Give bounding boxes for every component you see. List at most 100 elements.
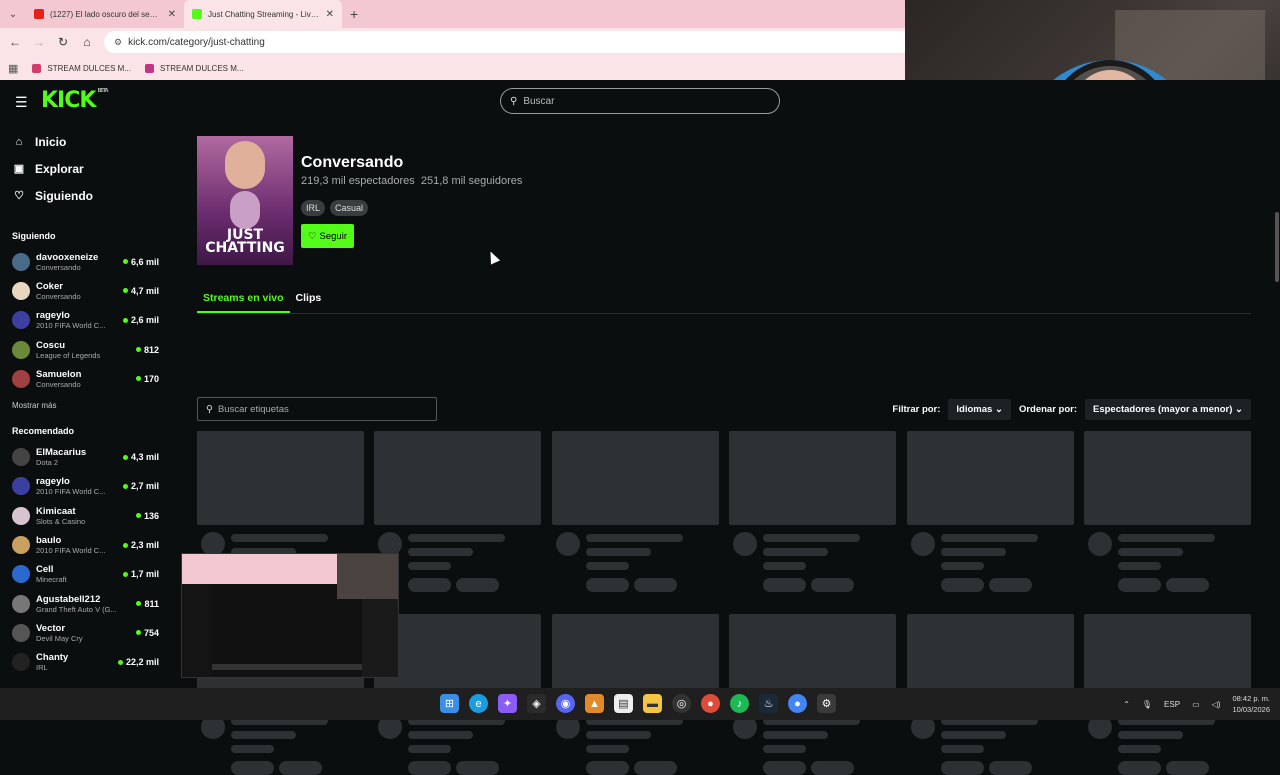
channel-item[interactable]: Chanty IRL 22,2 mil — [0, 648, 175, 677]
edge-icon[interactable]: e — [469, 694, 488, 713]
preview-browser-bar — [182, 554, 337, 584]
avatar — [12, 281, 30, 300]
channel-item[interactable]: Kimicaat Slots & Casino 136 — [0, 501, 175, 530]
folder-icon[interactable]: ▬ — [643, 694, 662, 713]
avatar-placeholder — [1088, 532, 1112, 556]
tag-search-placeholder: Buscar etiquetas — [217, 403, 289, 415]
network-icon[interactable]: ▭ — [1192, 700, 1200, 709]
tag-placeholder — [988, 761, 1032, 775]
recommended-list: ElMacarius Dota 2 4,3 mil rageylo 2010 FIFA … — [0, 442, 175, 676]
category-placeholder — [940, 562, 984, 570]
volume-icon[interactable]: ◁) — [1212, 700, 1221, 709]
settings-gear-icon[interactable]: ⚙ — [817, 694, 836, 713]
kick-logo[interactable]: KICK BETA — [41, 88, 109, 113]
stream-card-skeleton[interactable] — [1084, 431, 1251, 592]
tab-search-chevron-icon[interactable]: ⌄ — [0, 9, 26, 20]
channel-item[interactable]: rageylo 2010 FIFA World C... 2,6 mil — [0, 306, 175, 335]
tag-search-input[interactable]: ⚲ Buscar etiquetas — [197, 397, 437, 421]
spotify-icon[interactable]: ♪ — [730, 694, 749, 713]
viewer-count-text: 6,6 mil — [130, 256, 159, 267]
avatar — [12, 536, 30, 555]
browser-tab-kick[interactable]: Just Chatting Streaming - Live S ✕ — [184, 0, 342, 28]
viewer-count-text: 170 — [143, 373, 159, 384]
sidebar-item-explorar[interactable]: ▣ Explorar — [0, 155, 175, 182]
tab-clips[interactable]: Clips — [290, 284, 328, 313]
title-placeholder — [408, 534, 506, 542]
category-placeholder — [763, 562, 807, 570]
tag-irl[interactable]: IRL — [301, 200, 326, 216]
sidebar-item-siguiendo[interactable]: ♡ Siguiendo — [0, 182, 175, 209]
apps-grid-icon[interactable]: ▦ — [8, 62, 18, 75]
stream-card-skeleton[interactable] — [551, 431, 719, 592]
menu-icon[interactable]: ☰ — [15, 94, 28, 111]
channel-item[interactable]: rageylo 2010 FIFA World C... 2,7 mil — [0, 472, 175, 501]
following-list: davooxeneize Conversando 6,6 mil Coker Conve… — [0, 247, 175, 393]
steam-icon[interactable]: ♨ — [759, 694, 778, 713]
stream-card-skeleton[interactable] — [197, 431, 364, 592]
tag-casual[interactable]: Casual — [330, 200, 369, 216]
channel-item[interactable]: Cell Minecraft 1,7 mil — [0, 560, 175, 589]
clock[interactable]: 08:42 p. m. 10/03/2026 — [1232, 693, 1270, 715]
channel-item[interactable]: Vector Devil May Cry 754 — [0, 618, 175, 647]
channel-item[interactable]: Coker Conversando 4,7 mil — [0, 276, 175, 305]
viewer-count-text: 22,2 mil — [125, 657, 159, 668]
channel-item[interactable]: davooxeneize Conversando 6,6 mil — [0, 247, 175, 276]
home-icon[interactable]: ⌂ — [80, 35, 94, 49]
stream-card-skeleton[interactable] — [729, 431, 897, 592]
chrome-icon[interactable]: ● — [701, 694, 720, 713]
chevron-up-icon[interactable]: ⌃ — [1123, 700, 1130, 709]
viewer-count-text: 2,7 mil — [130, 481, 159, 492]
sidebar-item-inicio[interactable]: ⌂ Inicio — [0, 128, 175, 155]
channel-item[interactable]: Agustabell212 Grand Theft Auto V (G... 811 — [0, 589, 175, 618]
nav-label: Siguiendo — [35, 188, 93, 203]
windows-start-icon[interactable]: ⊞ — [440, 694, 459, 713]
new-tab-button[interactable]: + — [342, 6, 366, 22]
browser-tab-youtube[interactable]: (1227) El lado oscuro del sexo | ✕ — [26, 0, 184, 28]
channel-name: Samuelon — [36, 368, 82, 380]
obs-icon[interactable]: ◎ — [672, 694, 691, 713]
bookmark-item[interactable]: STREAM DULCES M... — [32, 63, 131, 73]
bookmark-item[interactable]: STREAM DULCES M... — [144, 63, 244, 73]
language-dropdown[interactable]: Idiomas ⌄ — [948, 398, 1011, 420]
channel-name: Vector — [36, 622, 66, 634]
tag-placeholder — [408, 761, 452, 775]
file-icon[interactable]: ▤ — [614, 694, 633, 713]
microphone-icon[interactable]: 🎙 — [1142, 700, 1152, 709]
avatar — [12, 594, 30, 613]
stream-card-skeleton[interactable] — [374, 431, 542, 592]
tab-close-icon[interactable]: ✕ — [168, 9, 176, 20]
app-icon[interactable]: ◈ — [527, 694, 546, 713]
channel-item[interactable]: baulo 2010 FIFA World C... 2,3 mil — [0, 530, 175, 559]
channel-item[interactable]: Coscu League of Legends 812 — [0, 335, 175, 364]
language-indicator[interactable]: ESP — [1164, 700, 1180, 709]
follow-button[interactable]: ♡ Seguir — [301, 224, 354, 248]
name-placeholder — [763, 548, 829, 556]
channel-item[interactable]: ElMacarius Dota 2 4,3 mil — [0, 442, 175, 471]
url-field[interactable]: ⚙ kick.com/category/just-chatting — [104, 31, 905, 53]
copilot-icon[interactable]: ✦ — [498, 694, 517, 713]
forward-arrow-icon[interactable]: → — [32, 35, 46, 49]
tab-live-streams[interactable]: Streams en vivo — [197, 284, 290, 313]
show-more-link[interactable]: Mostrar más — [0, 401, 175, 410]
mouse-cursor-icon — [485, 249, 501, 265]
beta-badge: BETA — [97, 88, 108, 94]
launcher-icon[interactable]: ▲ — [585, 694, 604, 713]
channel-item[interactable]: Samuelon Conversando 170 — [0, 364, 175, 393]
site-info-icon[interactable]: ⚙ — [114, 37, 122, 48]
channel-category: Dota 2 — [36, 458, 59, 468]
sort-dropdown[interactable]: Espectadores (mayor a menor) ⌄ — [1085, 398, 1251, 420]
tab-close-icon[interactable]: ✕ — [326, 9, 334, 20]
discord-icon[interactable]: ◉ — [556, 694, 575, 713]
viewer-count-text: 4,7 mil — [130, 285, 159, 296]
scrollbar-thumb[interactable] — [1275, 212, 1279, 282]
search-input[interactable]: ⚲ Buscar — [500, 88, 780, 114]
reload-icon[interactable]: ↻ — [56, 35, 70, 49]
stream-card-skeleton[interactable] — [906, 431, 1074, 592]
viewer-count-text: 1,7 mil — [130, 569, 159, 580]
back-arrow-icon[interactable]: ← — [8, 35, 22, 49]
scrollbar-track[interactable] — [1272, 212, 1280, 688]
tag-placeholder — [585, 761, 629, 775]
live-dot-icon — [122, 259, 128, 265]
following-section-title: Siguiendo — [12, 231, 56, 241]
chrome-active-icon[interactable]: ● — [788, 694, 807, 713]
